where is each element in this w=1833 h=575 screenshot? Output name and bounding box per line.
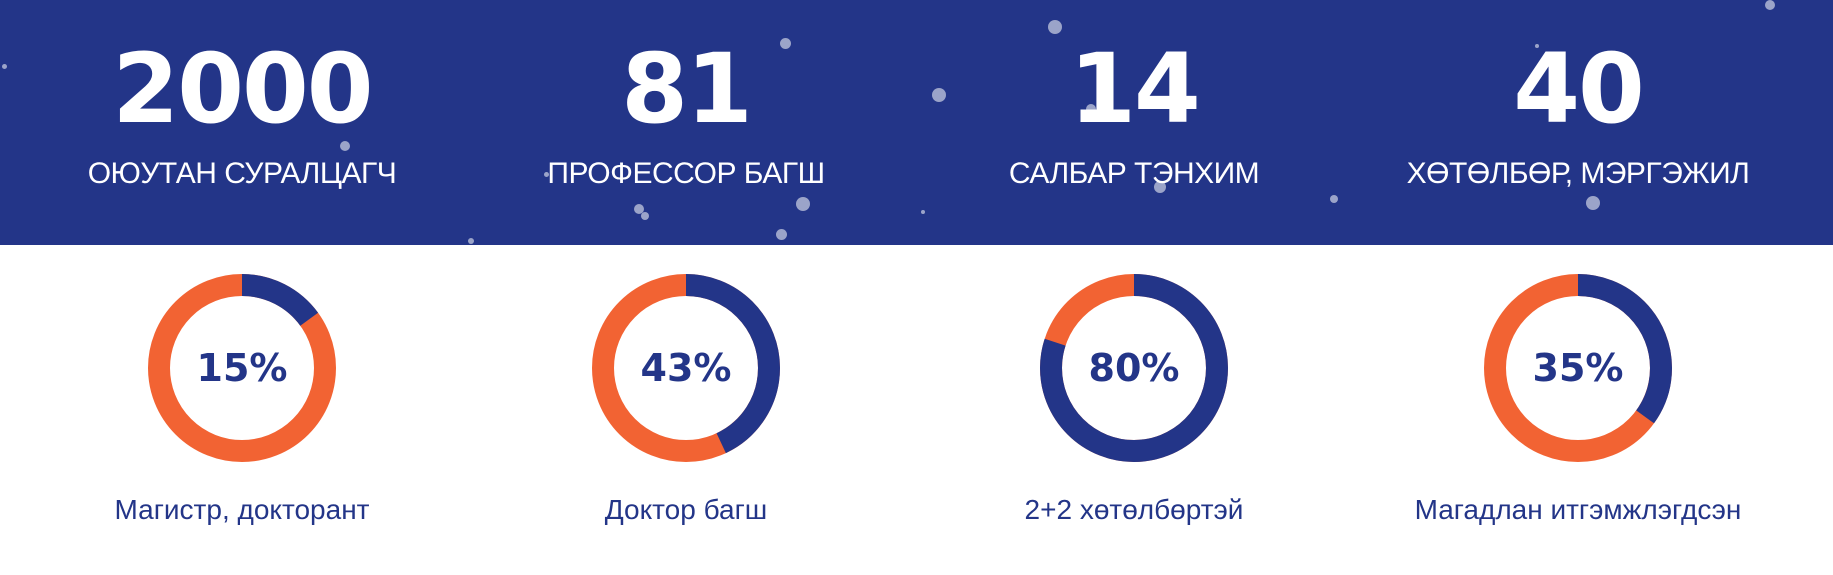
stat-students: 2000 ОЮУТАН СУРАЛЦАГЧ xyxy=(32,30,452,192)
ring-percent-text: 15% xyxy=(196,346,288,390)
stat-departments: 14 САЛБАР ТЭНХИМ xyxy=(924,30,1344,192)
stat-number: 81 xyxy=(621,33,753,145)
ring-label: Магадлан итгэмжлэгдсэн xyxy=(1414,494,1742,525)
ring-item-2plus2-programs: 80% 2+2 хөтөлбөртэй xyxy=(924,273,1344,527)
stat-number: 40 xyxy=(1513,33,1645,145)
stats-row: 2000 ОЮУТАН СУРАЛЦАГЧ 81 ПРОФЕССОР БАГШ … xyxy=(0,0,1833,245)
ring-label: Доктор багш xyxy=(604,494,768,525)
stat-label: САЛБАР ТЭНХИМ xyxy=(1008,157,1260,190)
stat-professors: 81 ПРОФЕССОР БАГШ xyxy=(476,30,896,192)
ring-chart: 35% xyxy=(1483,273,1673,463)
ring-item-accredited: 35% Магадлан итгэмжлэгдсэн xyxy=(1368,273,1788,527)
ring-percent-text: 35% xyxy=(1532,346,1624,390)
ring-label: Магистр, докторант xyxy=(114,494,370,525)
stat-label: ПРОФЕССОР БАГШ xyxy=(547,157,825,190)
ring-percent-text: 43% xyxy=(640,346,732,390)
stat-number: 2000 xyxy=(112,33,373,145)
ring-chart: 43% xyxy=(591,273,781,463)
ring-item-masters-doctorate: 15% Магистр, докторант xyxy=(32,273,452,527)
percent-rings-row: 15% Магистр, докторант 43% Доктор багш 8… xyxy=(0,245,1833,575)
stat-number: 14 xyxy=(1069,33,1201,145)
stat-programs: 40 ХӨТӨЛБӨР, МЭРГЭЖИЛ xyxy=(1368,30,1788,192)
ring-label: 2+2 хөтөлбөртэй xyxy=(1024,494,1244,525)
stat-label: ОЮУТАН СУРАЛЦАГЧ xyxy=(87,157,397,190)
stat-label: ХӨТӨЛБӨР, МЭРГЭЖИЛ xyxy=(1406,157,1750,190)
ring-chart: 15% xyxy=(147,273,337,463)
ring-chart: 80% xyxy=(1039,273,1229,463)
ring-item-doctor-teachers: 43% Доктор багш xyxy=(476,273,896,527)
ring-percent-text: 80% xyxy=(1088,346,1180,390)
